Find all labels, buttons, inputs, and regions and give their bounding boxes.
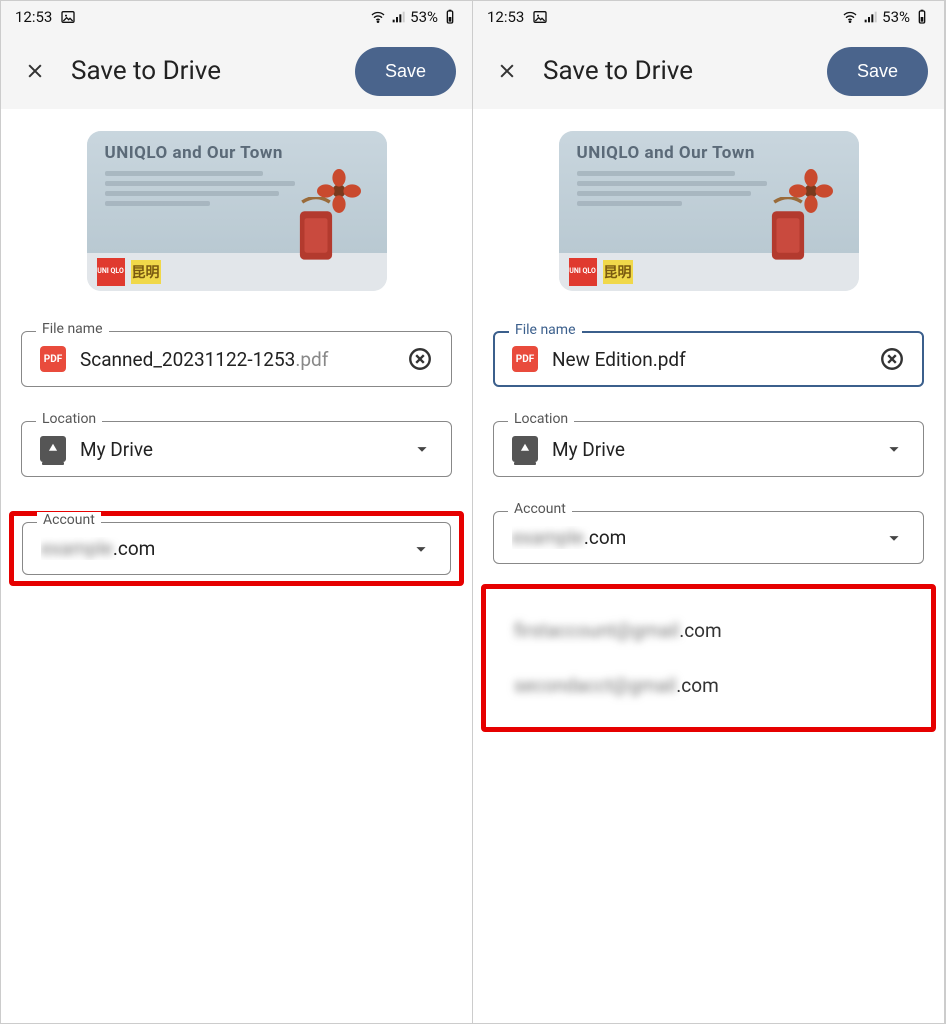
close-button[interactable] [493, 57, 521, 85]
chevron-down-icon [883, 438, 905, 460]
status-battery: 53% [882, 8, 910, 26]
account-label: Account [37, 512, 101, 528]
document-preview: UNIQLO and Our Town UNI QLO 昆明 [559, 131, 859, 291]
file-name-label: File name [509, 322, 582, 338]
file-name-field[interactable]: File name PDF New Edition.pdf [493, 331, 924, 387]
status-time: 12:53 [15, 8, 52, 26]
image-icon [532, 9, 548, 25]
chevron-down-icon [410, 538, 432, 560]
header-title: Save to Drive [543, 56, 805, 86]
wifi-icon [370, 9, 386, 25]
uniqlo-logo: UNI QLO [569, 258, 597, 286]
location-field[interactable]: Location My Drive [21, 421, 452, 477]
uniqlo-logo: UNI QLO [97, 258, 125, 286]
account-field[interactable]: Account example.com [22, 522, 451, 575]
account-option[interactable]: firstaccount@gmail.com [514, 619, 903, 642]
file-name-field[interactable]: File name PDF Scanned_20231122-1253.pdf [21, 331, 452, 387]
close-button[interactable] [21, 57, 49, 85]
preview-title: UNIQLO and Our Town [105, 143, 369, 163]
file-name-value: Scanned_20231122-1253.pdf [80, 348, 393, 371]
preview-title: UNIQLO and Our Town [577, 143, 841, 163]
wifi-icon [842, 9, 858, 25]
battery-icon [442, 9, 458, 25]
status-battery: 53% [410, 8, 438, 26]
account-value: example.com [512, 526, 869, 549]
battery-icon [914, 9, 930, 25]
bag-icon [765, 197, 811, 267]
save-button[interactable]: Save [355, 47, 456, 96]
account-dropdown-highlight: firstaccount@gmail.com secondacct@gmail.… [481, 584, 936, 732]
image-icon [60, 9, 76, 25]
location-value: My Drive [552, 438, 869, 461]
account-label: Account [508, 501, 572, 517]
account-dropdown: firstaccount@gmail.com secondacct@gmail.… [494, 595, 923, 721]
location-field[interactable]: Location My Drive [493, 421, 924, 477]
panel-left: 12:53 53% Save to Drive Save [1, 1, 473, 1023]
location-label: Location [36, 411, 102, 427]
pdf-icon: PDF [40, 346, 66, 372]
account-field[interactable]: Account example.com [493, 511, 924, 564]
pdf-icon: PDF [512, 346, 538, 372]
status-time: 12:53 [487, 8, 524, 26]
file-name-label: File name [36, 321, 109, 337]
document-preview: UNIQLO and Our Town UNI QLO 昆明 [87, 131, 387, 291]
header-title: Save to Drive [71, 56, 333, 86]
chevron-down-icon [411, 438, 433, 460]
bag-icon [293, 197, 339, 267]
header: Save to Drive Save [473, 33, 944, 109]
location-label: Location [508, 411, 574, 427]
account-value: example.com [41, 537, 396, 560]
signal-icon [390, 9, 406, 25]
kunming-label: 昆明 [603, 260, 633, 284]
kunming-label: 昆明 [131, 260, 161, 284]
clear-icon[interactable] [879, 346, 905, 372]
header: Save to Drive Save [1, 33, 472, 109]
account-option[interactable]: secondacct@gmail.com [514, 674, 903, 697]
signal-icon [862, 9, 878, 25]
account-highlight: Account example.com [9, 511, 464, 586]
status-bar: 12:53 53% [473, 1, 944, 33]
drive-icon [512, 436, 538, 462]
location-value: My Drive [80, 438, 397, 461]
drive-icon [40, 436, 66, 462]
panel-right: 12:53 53% Save to Drive Save [473, 1, 945, 1023]
file-name-value: New Edition.pdf [552, 348, 865, 371]
clear-icon[interactable] [407, 346, 433, 372]
chevron-down-icon [883, 527, 905, 549]
save-button[interactable]: Save [827, 47, 928, 96]
status-bar: 12:53 53% [1, 1, 472, 33]
